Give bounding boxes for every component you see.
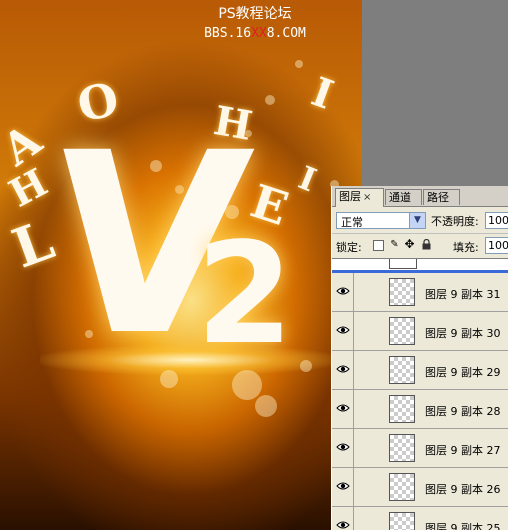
tab-channels[interactable]: 通道 (385, 189, 422, 205)
lock-row: 锁定: ✎ ✥ 填充: 100% (332, 234, 508, 259)
layer-thumbnail (389, 259, 417, 269)
chevron-down-icon[interactable]: ▼ (409, 213, 425, 228)
layer-thumbnail (389, 512, 415, 530)
eye-icon (336, 521, 350, 529)
fill-field[interactable]: 100% (485, 237, 508, 254)
visibility-toggle[interactable] (332, 390, 354, 428)
watermark-url-part: 8.COM (266, 26, 306, 41)
eye-icon (336, 443, 350, 451)
layer-row[interactable]: 图层 9 副本 29 (332, 351, 508, 390)
close-icon[interactable]: × (363, 192, 371, 203)
layer-row[interactable]: 图层 9 副本 26 (332, 468, 508, 507)
eye-icon (336, 482, 350, 490)
watermark: PS教程论坛 BBS.16XX8.COM (170, 4, 340, 44)
blend-mode-select[interactable]: 正常 ▼ (336, 212, 426, 229)
watermark-url-part: BBS.16 (204, 26, 252, 41)
layer-name: 图层 9 副本 27 (425, 444, 501, 457)
watermark-title: PS教程论坛 (218, 6, 292, 22)
layers-list: 图层 9 副本 31 图层 9 副本 30 图层 9 副本 29 图层 9 副本 28… (332, 259, 508, 530)
eye-icon (336, 404, 350, 412)
floating-letter: H (1, 159, 55, 216)
bokeh-dot (255, 395, 277, 417)
lock-transparent-icon[interactable] (373, 240, 384, 251)
fill-label: 填充: (453, 241, 479, 254)
move-icon[interactable]: ✥ (404, 238, 415, 250)
layer-name: 图层 9 副本 29 (425, 366, 501, 379)
visibility-toggle[interactable] (332, 468, 354, 506)
visibility-toggle[interactable] (332, 273, 354, 311)
floating-letter: I (305, 68, 340, 119)
floating-letter: I (293, 158, 322, 200)
artwork-canvas[interactable]: A O H I L H E I V 2 PS教程论坛 BBS.16XX8.COM (0, 0, 362, 530)
layer-row[interactable]: 图层 9 副本 25 (332, 507, 508, 530)
layer-thumbnail (389, 278, 415, 306)
eye-icon (336, 287, 350, 295)
layer-thumbnail (389, 434, 415, 462)
visibility-toggle[interactable] (332, 312, 354, 350)
tab-paths[interactable]: 路径 (423, 189, 460, 205)
layer-name: 图层 9 副本 26 (425, 483, 501, 496)
layer-name: 图层 9 副本 28 (425, 405, 501, 418)
layers-panel: 图层× 通道 路径 正常 ▼ 不透明度: 100% 锁定: ✎ ✥ 填充: 10… (331, 186, 508, 530)
eye-icon (336, 365, 350, 373)
opacity-field[interactable]: 100% (485, 212, 508, 229)
bokeh-dot (265, 95, 275, 105)
tab-label: 图层 (339, 190, 361, 203)
layer-name: 图层 9 副本 25 (425, 522, 501, 530)
brush-icon[interactable]: ✎ (389, 239, 400, 250)
eye-icon (336, 326, 350, 334)
layer-row[interactable]: 图层 9 副本 27 (332, 429, 508, 468)
lock-label: 锁定: (336, 241, 362, 254)
visibility-toggle[interactable] (332, 351, 354, 389)
layer-name: 图层 9 副本 30 (425, 327, 501, 340)
tab-label: 路径 (427, 191, 449, 204)
selected-layer-row[interactable] (332, 259, 508, 273)
tab-label: 通道 (389, 191, 411, 204)
visibility-toggle[interactable] (332, 429, 354, 467)
blend-mode-value: 正常 (341, 216, 363, 229)
opacity-label: 不透明度: (431, 215, 479, 228)
watermark-url: BBS.16XX8.COM (170, 24, 340, 44)
layer-thumbnail (389, 317, 415, 345)
layer-thumbnail (389, 395, 415, 423)
tab-layers[interactable]: 图层 × (335, 188, 384, 207)
layer-row[interactable]: 图层 9 副本 31 (332, 273, 508, 312)
layer-thumbnail (389, 356, 415, 384)
layer-name: 图层 9 副本 31 (425, 288, 501, 301)
blend-row: 正常 ▼ 不透明度: 100% (332, 207, 508, 234)
layer-row[interactable]: 图层 9 副本 30 (332, 312, 508, 351)
panel-tabs: 图层 × 通道 路径 (332, 186, 508, 207)
watermark-url-part: XX (251, 26, 267, 41)
layer-thumbnail (389, 473, 415, 501)
visibility-toggle[interactable] (332, 507, 354, 530)
lock-icon[interactable] (421, 238, 432, 250)
bokeh-dot (300, 360, 312, 372)
big-2-graphic: 2 (196, 213, 294, 376)
bokeh-dot (295, 60, 303, 68)
layer-row[interactable]: 图层 9 副本 28 (332, 390, 508, 429)
